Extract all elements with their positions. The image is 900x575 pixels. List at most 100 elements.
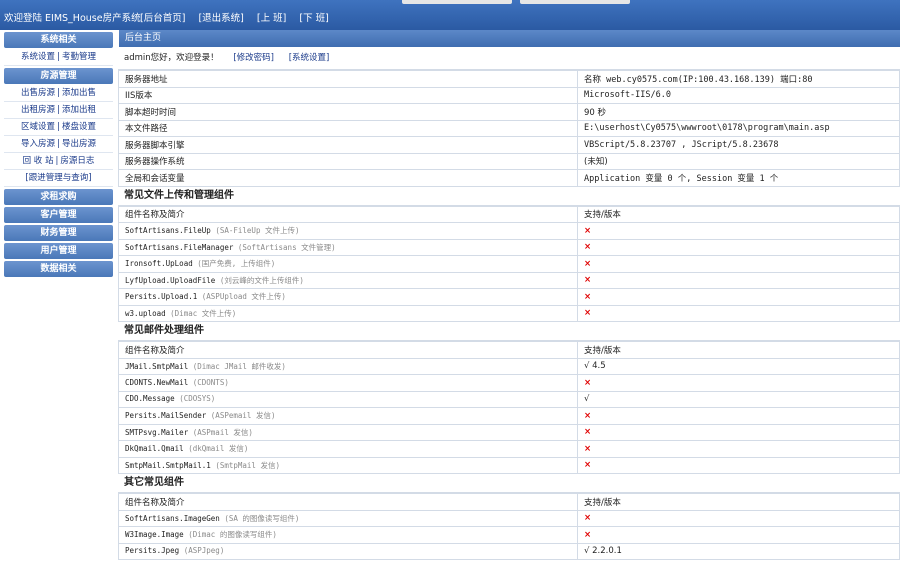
table-header-row: 组件名称及简介 支持/版本: [118, 205, 900, 223]
info-value: Application 变量 0 个, Session 变量 1 个: [577, 169, 900, 187]
separator: |: [57, 105, 60, 115]
table-header-row: 组件名称及简介 支持/版本: [118, 341, 900, 359]
change-password-link[interactable]: [修改密码]: [233, 53, 274, 63]
component-cell: DkQmail.Qmail (dkQmail 发信): [118, 440, 578, 458]
sidebar-section-header[interactable]: 求租求购: [4, 189, 113, 205]
table-row: Persits.Jpeg (ASPJpeg) √ 2.2.0.1: [118, 542, 900, 560]
component-desc: (SmtpMail 发信): [215, 460, 280, 470]
component-name: Ironsoft.UpLoad: [125, 259, 198, 269]
table-row: Ironsoft.UpLoad (国产免费, 上传组件) ×: [118, 255, 900, 273]
top-links: [后台首页] [退出系统] [上 班] [下 班]: [140, 10, 339, 24]
sidebar-section-header[interactable]: 系统相关: [4, 32, 113, 48]
info-value: (未知): [577, 152, 900, 170]
sidebar-link[interactable]: 导入房源: [21, 139, 55, 149]
support-status: ×: [577, 526, 900, 544]
system-settings-link[interactable]: [系统设置]: [289, 53, 330, 63]
support-status: ×: [577, 271, 900, 289]
sidebar: 系统相关 系统设置 | 考勤管理 房源管理 出售房源 | 添加出售 出租房源 | 添加出租 区域设置 |…: [0, 30, 117, 575]
component-cell: SoftArtisans.ImageGen (SA 的图像读写组件): [118, 509, 578, 527]
table-row: Persits.MailSender (ASPemail 发信) ×: [118, 407, 900, 425]
sidebar-link[interactable]: 出售房源: [21, 88, 55, 98]
component-desc: (国产免费, 上传组件): [197, 259, 276, 269]
component-name: Persits.Jpeg: [125, 546, 184, 556]
sidebar-item: 导入房源 | 导出房源: [4, 136, 113, 153]
component-name: SmtpMail.SmtpMail.1: [125, 460, 216, 470]
support-status: ×: [577, 222, 900, 240]
table-row: 全局和会话变量 Application 变量 0 个, Session 变量 1 …: [118, 169, 900, 187]
sidebar-link[interactable]: 考勤管理: [62, 52, 96, 62]
component-cell: CDO.Message (CDOSYS): [118, 390, 578, 408]
support-status: ×: [577, 238, 900, 256]
clock-out-link[interactable]: [下 班]: [299, 13, 328, 24]
sidebar-section-header[interactable]: 数据相关: [4, 261, 113, 277]
sidebar-section-header[interactable]: 房源管理: [4, 68, 113, 84]
sidebar-link[interactable]: 导出房源: [62, 139, 96, 149]
component-table: 组件名称及简介 支持/版本 SoftArtisans.FileUp (SA-File…: [118, 205, 900, 323]
component-cell: SmtpMail.SmtpMail.1 (SmtpMail 发信): [118, 456, 578, 474]
sidebar-item: 区域设置 | 楼盘设置: [4, 119, 113, 136]
info-value: Microsoft-IIS/6.0: [577, 86, 900, 104]
component-name: SoftArtisans.ImageGen: [125, 513, 225, 523]
info-label: 服务器脚本引擎: [118, 136, 578, 154]
component-table: 组件名称及简介 支持/版本 JMail.SmtpMail (Dimac JMail …: [118, 341, 900, 474]
sidebar-link[interactable]: 添加出租: [62, 105, 96, 115]
table-row: 服务器脚本引擎 VBScript/5.8.23707 , JScript/5.8.…: [118, 136, 900, 154]
component-cell: Persits.Upload.1 (ASPUpload 文件上传): [118, 288, 578, 306]
component-cell: W3Image.Image (Dimac 的图像读写组件): [118, 526, 578, 544]
separator: |: [57, 52, 60, 62]
table-row: SoftArtisans.ImageGen (SA 的图像读写组件) ×: [118, 509, 900, 527]
sidebar-link[interactable]: 区域设置: [21, 122, 55, 132]
component-desc: (ASPJpeg): [183, 546, 225, 556]
column-header: 组件名称及简介: [118, 205, 578, 223]
table-row: W3Image.Image (Dimac 的图像读写组件) ×: [118, 526, 900, 544]
column-header: 支持/版本: [577, 493, 900, 511]
clock-in-link[interactable]: [上 班]: [257, 13, 286, 24]
sidebar-section-header[interactable]: 客户管理: [4, 207, 113, 223]
sidebar-item: 系统设置 | 考勤管理: [4, 49, 113, 66]
support-status: √ 4.5: [577, 357, 900, 375]
support-status: ×: [577, 440, 900, 458]
main-panel: 后台主页 admin您好，欢迎登录！ [修改密码] [系统设置] 服务器地址 名称…: [118, 30, 900, 575]
component-table: 组件名称及简介 支持/版本 SoftArtisans.ImageGen (SA 的图…: [118, 493, 900, 560]
info-label: IIS版本: [118, 86, 578, 104]
table-row: w3.upload (Dimac 文件上传) ×: [118, 304, 900, 322]
info-value: VBScript/5.8.23707 , JScript/5.8.23678: [577, 136, 900, 154]
component-cell: Persits.MailSender (ASPemail 发信): [118, 407, 578, 425]
sidebar-link[interactable]: 楼盘设置: [62, 122, 96, 132]
home-link[interactable]: [后台首页]: [140, 13, 185, 24]
component-desc: (Dimac JMail 邮件收发): [192, 361, 286, 371]
table-row: CDO.Message (CDOSYS) √: [118, 390, 900, 408]
server-info-table: 服务器地址 名称 web.cy0575.com(IP:100.43.168.139…: [118, 70, 900, 187]
component-desc: (SoftArtisans 文件管理): [237, 242, 336, 252]
section-title: 其它常见组件: [118, 474, 900, 493]
sidebar-item: 出租房源 | 添加出租: [4, 102, 113, 119]
component-name: CDO.Message: [125, 394, 180, 404]
admin-greeting: admin您好，欢迎登录！: [124, 53, 219, 63]
table-row: 本文件路径 E:\userhost\Cy0575\wwwroot\0178\pro…: [118, 119, 900, 137]
sidebar-link[interactable]: 出租房源: [21, 105, 55, 115]
component-desc: (Dimac 的图像读写组件): [188, 530, 277, 540]
table-row: CDONTS.NewMail (CDONTS) ×: [118, 374, 900, 392]
sidebar-link[interactable]: 房源日志: [60, 156, 94, 166]
logout-link[interactable]: [退出系统]: [198, 13, 243, 24]
table-row: SMTPsvg.Mailer (ASPmail 发信) ×: [118, 423, 900, 441]
table-row: SoftArtisans.FileManager (SoftArtisans 文…: [118, 238, 900, 256]
component-name: W3Image.Image: [125, 530, 189, 540]
sidebar-link[interactable]: [跟进管理与查询]: [25, 173, 91, 183]
component-cell: Persits.Jpeg (ASPJpeg): [118, 542, 578, 560]
component-name: Persits.Upload.1: [125, 292, 202, 302]
sidebar-section-header[interactable]: 财务管理: [4, 225, 113, 241]
table-row: 服务器操作系统 (未知): [118, 152, 900, 170]
sidebar-link[interactable]: 系统设置: [21, 52, 55, 62]
table-header-row: 组件名称及简介 支持/版本: [118, 493, 900, 511]
component-name: JMail.SmtpMail: [125, 361, 193, 371]
support-status: ×: [577, 288, 900, 306]
table-row: SoftArtisans.FileUp (SA-FileUp 文件上传) ×: [118, 222, 900, 240]
sidebar-section-header[interactable]: 用户管理: [4, 243, 113, 259]
component-desc: (dkQmail 发信): [188, 444, 249, 454]
info-label: 全局和会话变量: [118, 169, 578, 187]
sidebar-link[interactable]: 添加出售: [62, 88, 96, 98]
support-status: ×: [577, 407, 900, 425]
sidebar-link[interactable]: 回 收 站: [23, 156, 54, 166]
table-row: 服务器地址 名称 web.cy0575.com(IP:100.43.168.139…: [118, 70, 900, 88]
